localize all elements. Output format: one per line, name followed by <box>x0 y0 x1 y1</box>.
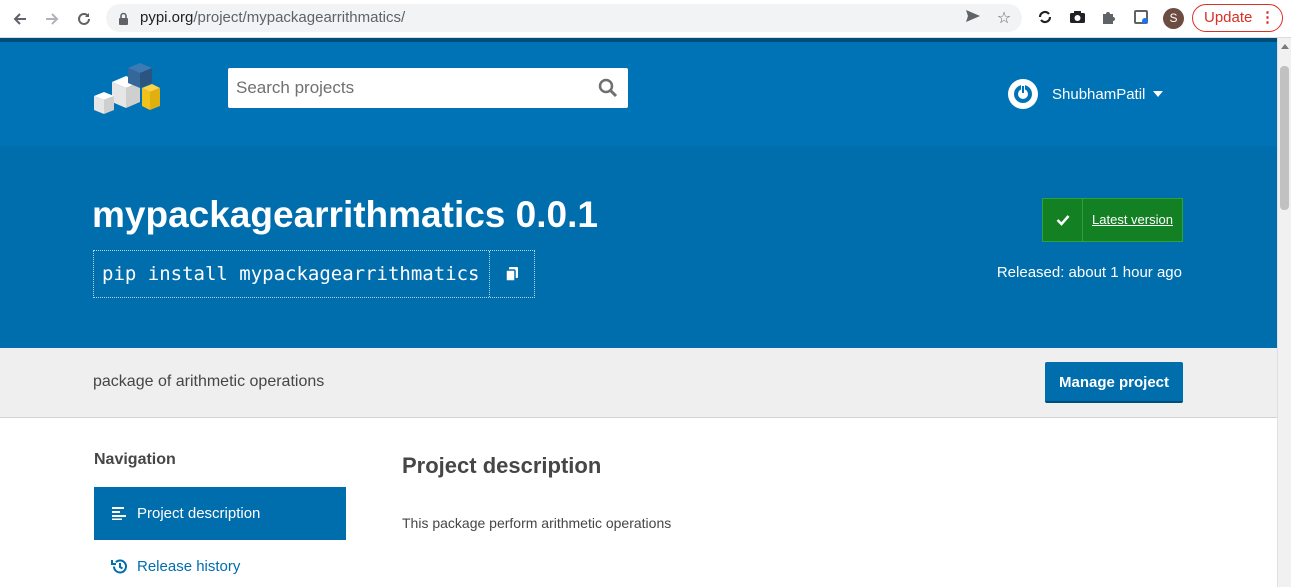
more-menu-icon[interactable]: ⋮ <box>1260 5 1275 31</box>
address-bar[interactable]: pypi.org/project/mypackagearrithmatics/ … <box>106 4 1022 32</box>
puzzle-extensions-icon[interactable] <box>1099 9 1119 29</box>
scroll-up-icon[interactable] <box>1281 44 1289 49</box>
package-summary: package of arithmetic operations <box>93 373 325 390</box>
sidebar-item-label: Release history <box>137 558 241 575</box>
username-label: ShubhamPatil <box>1052 85 1146 103</box>
url-text[interactable]: pypi.org/project/mypackagearrithmatics/ <box>140 9 405 26</box>
profile-avatar[interactable]: S <box>1163 8 1184 29</box>
user-avatar-icon <box>1008 79 1038 109</box>
project-description-heading: Project description <box>402 453 602 478</box>
send-icon[interactable] <box>964 9 982 27</box>
search-input[interactable] <box>228 68 588 108</box>
back-icon[interactable] <box>8 7 32 31</box>
page-scrollbar[interactable] <box>1277 38 1291 587</box>
align-left-icon <box>110 505 128 523</box>
package-banner: mypackagearrithmatics 0.0.1 pip install … <box>0 146 1277 348</box>
project-description-text: This package perform arithmetic operatio… <box>402 515 672 531</box>
latest-version-badge[interactable]: Latest version <box>1042 198 1183 242</box>
camera-extension-icon[interactable] <box>1067 9 1087 29</box>
manage-project-button[interactable]: Manage project <box>1045 362 1183 403</box>
forward-icon[interactable] <box>40 7 64 31</box>
reading-list-icon[interactable] <box>1131 9 1151 29</box>
update-button[interactable]: Update ⋮ <box>1192 4 1283 32</box>
sidebar-item-project-description[interactable]: Project description <box>94 487 346 540</box>
package-title: mypackagearrithmatics 0.0.1 <box>92 194 598 235</box>
navigation-heading: Navigation <box>94 451 176 468</box>
sidebar-item-release-history[interactable]: Release history <box>94 540 346 587</box>
latest-version-link[interactable]: Latest version <box>1083 199 1182 241</box>
scrollbar-thumb[interactable] <box>1280 66 1289 210</box>
search-icon[interactable] <box>598 78 618 98</box>
pip-command[interactable]: pip install mypackagearrithmatics <box>94 251 490 297</box>
bookmark-star-icon[interactable]: ☆ <box>995 9 1013 27</box>
history-icon <box>110 558 128 576</box>
sync-extension-icon[interactable] <box>1035 9 1055 29</box>
release-date: Released: about 1 hour ago <box>996 264 1182 281</box>
chevron-down-icon <box>1153 91 1164 97</box>
sidebar-item-label: Project description <box>137 505 261 522</box>
check-icon <box>1043 199 1083 241</box>
browser-toolbar: pypi.org/project/mypackagearrithmatics/ … <box>0 0 1291 38</box>
pip-install-box: pip install mypackagearrithmatics <box>93 250 535 298</box>
lock-icon[interactable] <box>118 11 129 30</box>
site-header: ShubhamPatil <box>0 38 1277 146</box>
search-box <box>228 68 628 108</box>
copy-icon[interactable] <box>490 251 534 297</box>
package-summary-bar: package of arithmetic operations Manage … <box>0 348 1277 418</box>
user-menu[interactable]: ShubhamPatil <box>1008 78 1164 110</box>
reload-icon[interactable] <box>72 7 96 31</box>
pypi-logo[interactable] <box>92 58 160 122</box>
